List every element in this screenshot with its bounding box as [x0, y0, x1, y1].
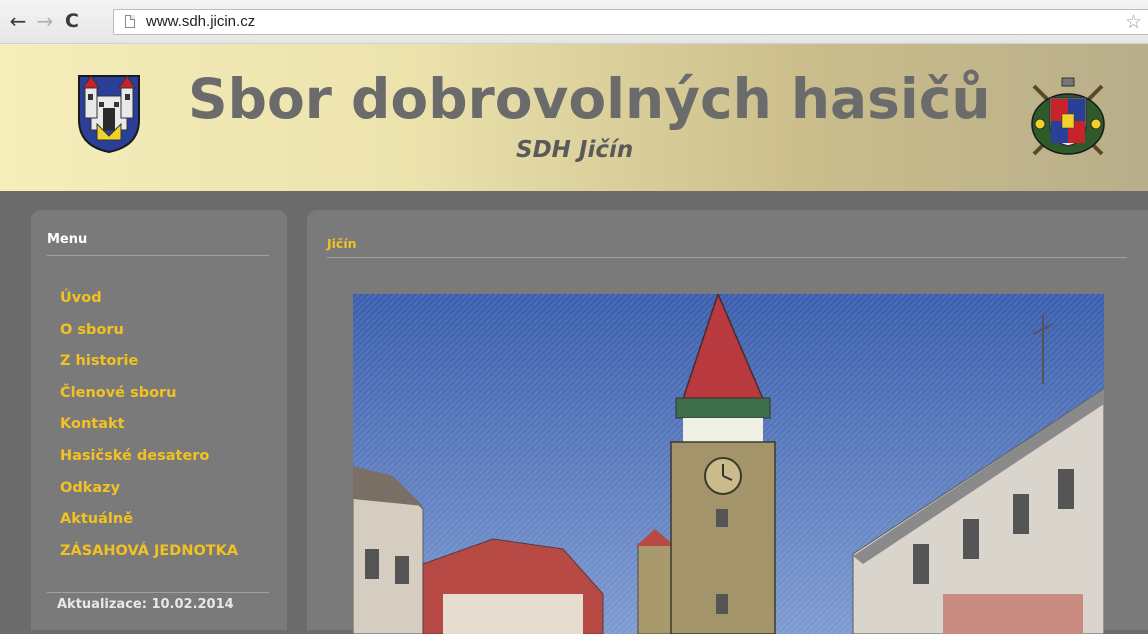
forward-arrow-icon[interactable]: →: [33, 9, 57, 33]
menu-link-desatero[interactable]: Hasičské desatero: [60, 448, 209, 464]
last-updated: Aktualizace: 10.02.2014: [57, 597, 234, 612]
site-title: Sbor dobrovolných hasičů: [188, 67, 991, 131]
menu-item-aktualne: Aktuálně: [60, 508, 238, 540]
address-bar[interactable]: www.sdh.jicin.cz ☆: [113, 9, 1148, 35]
menu-link-zasahova-jednotka[interactable]: ZÁSAHOVÁ JEDNOTKA: [60, 543, 238, 559]
menu-item-uvod: Úvod: [60, 287, 238, 319]
sidebar-title: Menu: [47, 232, 269, 256]
menu-item-odkazy: Odkazy: [60, 477, 238, 509]
main-menu: Úvod O sboru Z historie Členové sboru Ko…: [60, 287, 238, 571]
menu-item-z-historie: Z historie: [60, 350, 238, 382]
firefighters-emblem-icon: [1031, 77, 1105, 156]
sidebar-divider: [47, 592, 269, 593]
menu-link-uvod[interactable]: Úvod: [60, 290, 102, 306]
menu-link-kontakt[interactable]: Kontakt: [60, 416, 125, 432]
town-gate-photo: [353, 294, 1104, 634]
back-arrow-icon[interactable]: ←: [6, 9, 30, 33]
menu-item-kontakt: Kontakt: [60, 413, 238, 445]
menu-item-zasahova: ZÁSAHOVÁ JEDNOTKA: [60, 540, 238, 572]
reload-icon[interactable]: C: [60, 9, 84, 33]
menu-link-odkazy[interactable]: Odkazy: [60, 480, 120, 496]
sidebar: Menu Úvod O sboru Z historie Členové sbo…: [31, 210, 287, 630]
main-content: Jičín: [307, 210, 1148, 634]
bookmark-star-icon[interactable]: ☆: [1125, 11, 1142, 33]
menu-item-o-sboru: O sboru: [60, 319, 238, 351]
address-url[interactable]: www.sdh.jicin.cz: [146, 13, 255, 30]
menu-link-z-historie[interactable]: Z historie: [60, 353, 138, 369]
menu-item-clenove: Členové sboru: [60, 382, 238, 414]
page-icon: [125, 15, 135, 28]
content-title: Jičín: [327, 236, 1127, 258]
menu-link-clenove[interactable]: Členové sboru: [60, 385, 177, 401]
menu-item-desatero: Hasičské desatero: [60, 445, 238, 477]
menu-link-o-sboru[interactable]: O sboru: [60, 322, 124, 338]
jicin-coat-of-arms-icon: [78, 75, 140, 154]
site-header: Sbor dobrovolných hasičů SDH Jičín: [0, 44, 1148, 191]
menu-link-aktualne[interactable]: Aktuálně: [60, 511, 133, 527]
site-subtitle: SDH Jičín: [516, 137, 634, 163]
browser-toolbar: ← → C www.sdh.jicin.cz ☆: [0, 0, 1148, 44]
